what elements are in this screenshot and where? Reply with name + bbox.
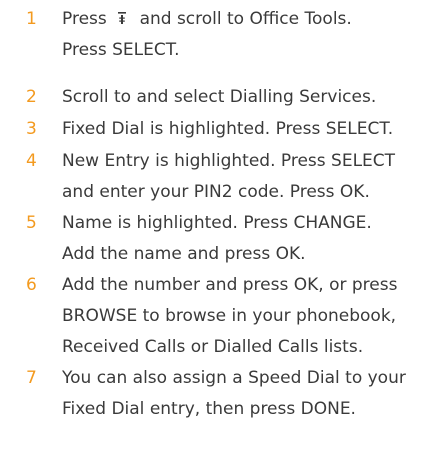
menu-icon	[118, 12, 127, 24]
step-line: You can also assign a Speed Dial to your	[62, 368, 406, 388]
step-line: and enter your PIN2 code. Press OK.	[62, 182, 370, 202]
step-line: Add the name and press OK.	[62, 244, 306, 264]
step-line: Fixed Dial is highlighted. Press SELECT.	[62, 119, 394, 139]
step-number: 5	[26, 213, 37, 233]
step-number: 2	[26, 87, 37, 107]
step-text-segment: and scroll to Office Tools.	[139, 9, 352, 29]
step-line: Fixed Dial entry, then press DONE.	[62, 399, 356, 419]
step-line: New Entry is highlighted. Press SELECT	[62, 151, 396, 171]
instruction-steps: 1 Press and scroll to Office Tools. Pres…	[0, 0, 440, 454]
step-number: 1	[26, 9, 37, 29]
step-text: Add the number and press OK, or press BR…	[62, 270, 434, 363]
step-text: Fixed Dial is highlighted. Press SELECT.	[62, 114, 434, 145]
step-line: Name is highlighted. Press CHANGE.	[62, 213, 372, 233]
step-line: Press SELECT.	[62, 40, 180, 60]
step-line: Add the number and press OK, or press	[62, 275, 398, 295]
step-text: New Entry is highlighted. Press SELECT a…	[62, 146, 434, 208]
step-text: Scroll to and select Dialling Services.	[62, 82, 434, 113]
step-line: Received Calls or Dialled Calls lists.	[62, 337, 364, 357]
step-text: You can also assign a Speed Dial to your…	[62, 363, 434, 425]
step-text-segment: Press	[62, 9, 107, 29]
step-number: 4	[26, 151, 37, 171]
step-number: 6	[26, 275, 37, 295]
step-number: 3	[26, 119, 37, 139]
step-line: Scroll to and select Dialling Services.	[62, 87, 377, 107]
step-number: 7	[26, 368, 37, 388]
step-line: BROWSE to browse in your phonebook,	[62, 306, 397, 326]
step-text: Name is highlighted. Press CHANGE. Add t…	[62, 208, 434, 270]
step-text: Press and scroll to Office Tools. Press …	[62, 4, 434, 66]
